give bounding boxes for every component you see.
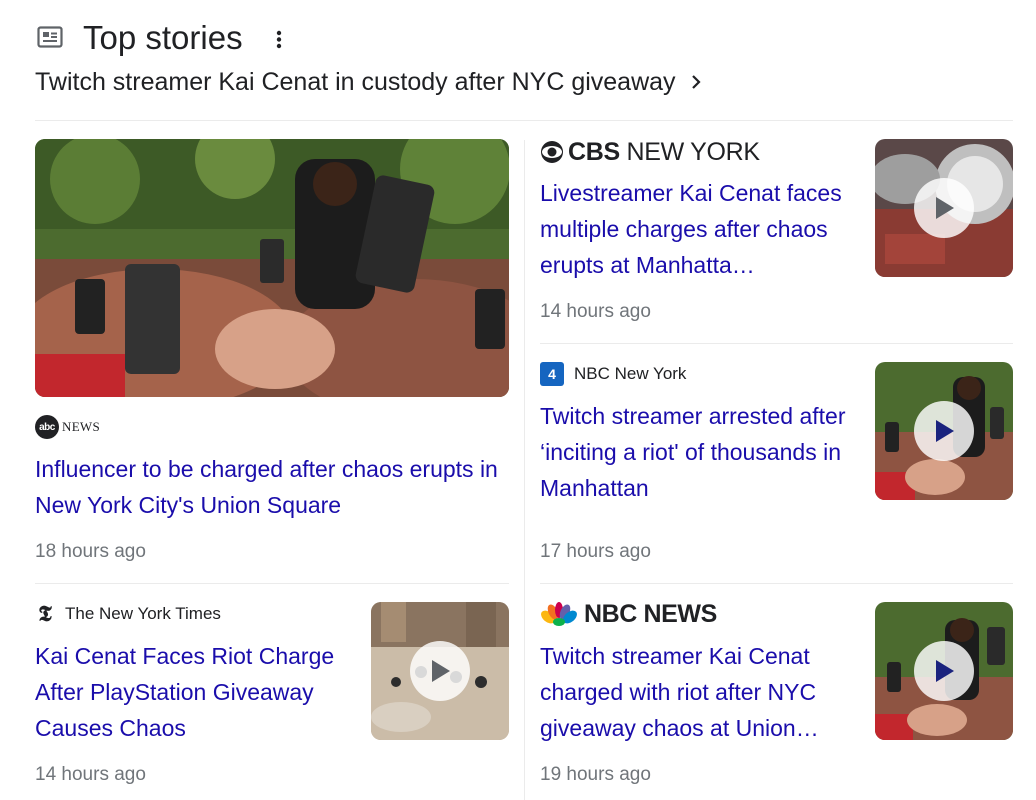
story-time: 18 hours ago [35, 541, 146, 562]
story-card-nbc-new-york[interactable]: 4 NBC New York Twitch streamer arrested … [540, 360, 1013, 575]
source-name: The New York Times [65, 604, 221, 623]
story-card-nyt[interactable]: 𝕿 The New York Times Kai Cenat Faces Rio… [35, 600, 509, 800]
play-icon [914, 178, 974, 238]
source-name: NBC NEWS [584, 599, 717, 628]
story-headline-link[interactable]: Twitch streamer Kai Cenat in custody aft… [35, 62, 704, 102]
newspaper-icon [37, 26, 63, 48]
divider [35, 120, 1013, 121]
source: abc NEWS [35, 413, 100, 441]
source: CBS NEW YORK [540, 137, 760, 167]
abc-news-logo: abc NEWS [35, 415, 100, 439]
story-thumbnail[interactable] [875, 362, 1013, 500]
story-time: 14 hours ago [540, 301, 651, 322]
more-vert-icon[interactable] [266, 26, 292, 52]
divider [540, 343, 1013, 344]
nyt-logo: 𝕿 [38, 601, 52, 626]
story-time: 14 hours ago [35, 764, 146, 785]
source: 4 NBC New York [540, 360, 686, 388]
chevron-right-icon [688, 74, 704, 90]
story-thumbnail[interactable] [875, 139, 1013, 277]
play-icon [914, 401, 974, 461]
story-thumbnail[interactable] [875, 602, 1013, 740]
divider [540, 583, 1013, 584]
story-title[interactable]: Kai Cenat Faces Riot Charge After PlaySt… [35, 638, 345, 746]
story-title[interactable]: Livestreamer Kai Cenat faces multiple ch… [540, 175, 850, 283]
story-time: 17 hours ago [540, 541, 651, 562]
source: NBC NEWS [540, 600, 717, 628]
nbc-4-logo: 4 [540, 362, 564, 386]
play-icon [914, 641, 974, 701]
source-name: NBC New York [574, 364, 687, 383]
story-headline: Twitch streamer Kai Cenat in custody aft… [35, 67, 676, 96]
story-card-cbs[interactable]: CBS NEW YORK Livestreamer Kai Cenat face… [540, 137, 1013, 334]
story-title[interactable]: Influencer to be charged after chaos eru… [35, 451, 509, 523]
play-icon [410, 641, 470, 701]
section-title: Top stories [83, 19, 243, 56]
nbc-news-logo: NBC NEWS [540, 600, 717, 629]
story-card-abc[interactable]: abc NEWS Influencer to be charged after c… [35, 139, 509, 579]
cbs-new-york-logo: CBS NEW YORK [540, 138, 760, 167]
story-title[interactable]: Twitch streamer arrested after ‘inciting… [540, 398, 850, 506]
story-title[interactable]: Twitch streamer Kai Cenat charged with r… [540, 638, 840, 746]
source: 𝕿 The New York Times [35, 600, 221, 628]
story-image[interactable] [35, 139, 509, 397]
divider [35, 583, 509, 584]
story-card-nbc-news[interactable]: NBC NEWS Twitch streamer Kai Cenat charg… [540, 600, 1013, 800]
column-divider [524, 140, 525, 800]
story-thumbnail[interactable] [371, 602, 509, 740]
story-time: 19 hours ago [540, 764, 651, 785]
